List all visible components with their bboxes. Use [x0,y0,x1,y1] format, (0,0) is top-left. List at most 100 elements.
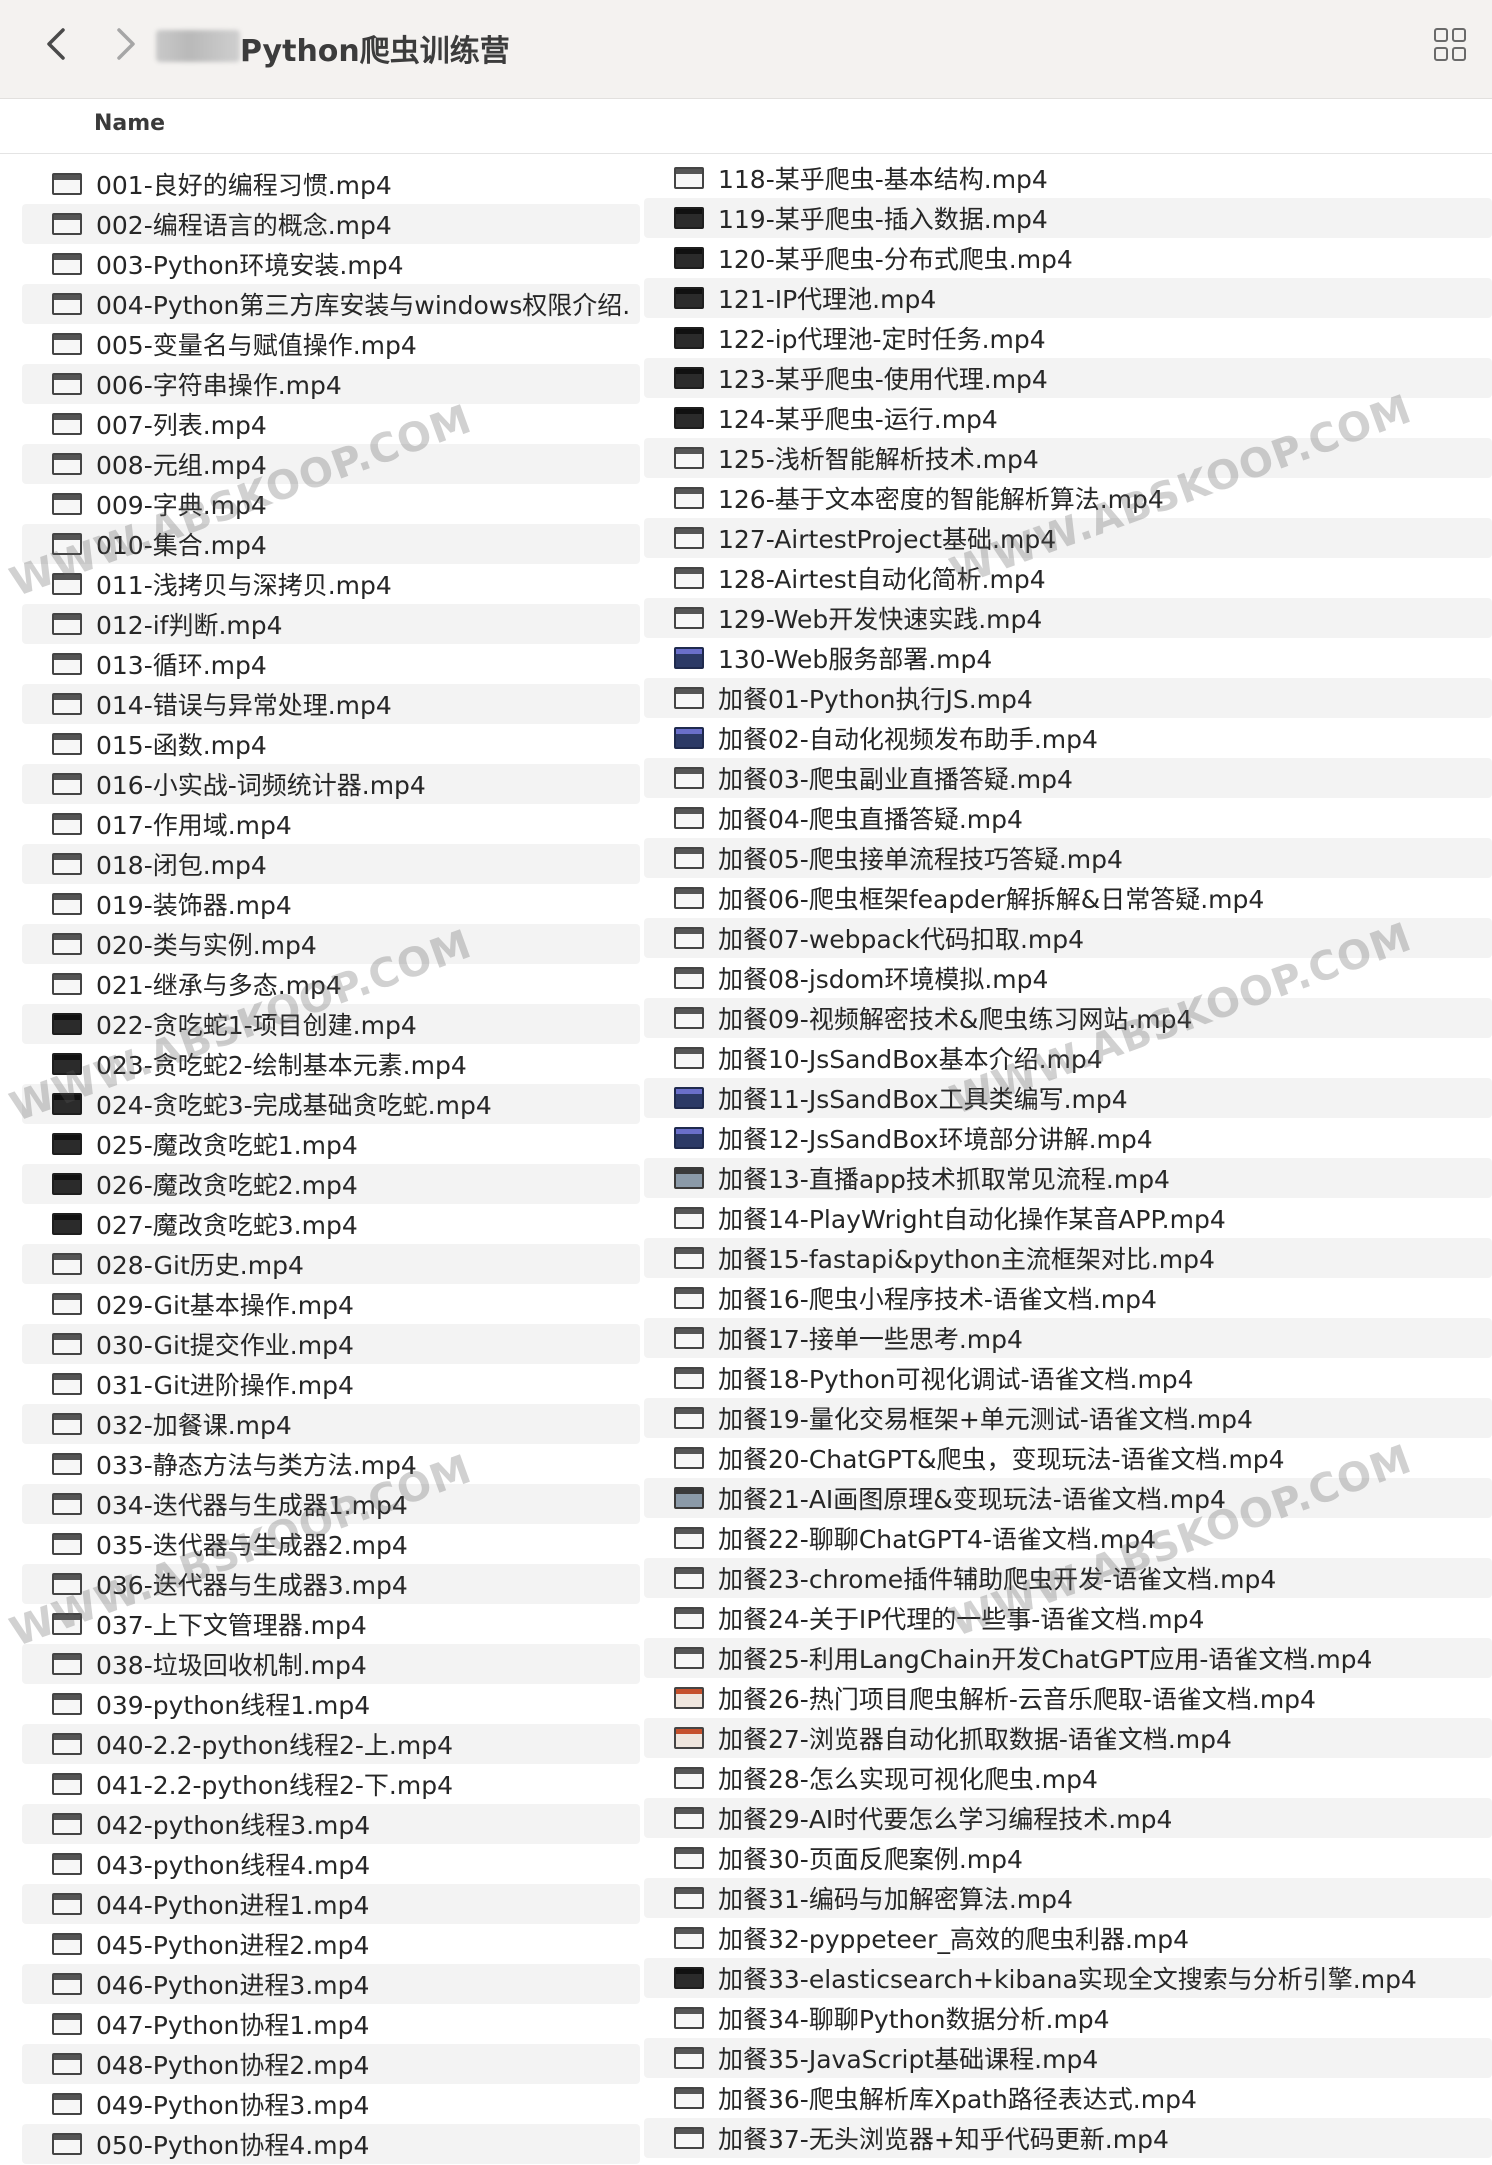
file-row[interactable]: 008-元组.mp4 [22,444,640,484]
file-row[interactable]: 127-AirtestProject基础.mp4 [644,518,1492,558]
file-row[interactable]: 加餐05-爬虫接单流程技巧答疑.mp4 [644,838,1492,878]
file-row[interactable]: 加餐08-jsdom环境模拟.mp4 [644,958,1492,998]
file-row[interactable]: 123-某乎爬虫-使用代理.mp4 [644,358,1492,398]
file-row[interactable]: 加餐07-webpack代码扣取.mp4 [644,918,1492,958]
file-row[interactable]: 加餐16-爬虫小程序技术-语雀文档.mp4 [644,1278,1492,1318]
file-row[interactable]: 加餐01-Python执行JS.mp4 [644,678,1492,718]
file-row[interactable]: 033-静态方法与类方法.mp4 [22,1444,640,1484]
file-row[interactable]: 001-良好的编程习惯.mp4 [22,164,640,204]
file-row[interactable]: 011-浅拷贝与深拷贝.mp4 [22,564,640,604]
file-row[interactable]: 加餐27-浏览器自动化抓取数据-语雀文档.mp4 [644,1718,1492,1758]
file-row[interactable]: 119-某乎爬虫-插入数据.mp4 [644,198,1492,238]
file-row[interactable]: 加餐36-爬虫解析库Xpath路径表达式.mp4 [644,2078,1492,2118]
file-row[interactable]: 121-IP代理池.mp4 [644,278,1492,318]
file-row[interactable]: 加餐35-JavaScript基础课程.mp4 [644,2038,1492,2078]
name-column-header[interactable]: Name [94,111,165,136]
file-row[interactable]: 加餐14-PlayWright自动化操作某音APP.mp4 [644,1198,1492,1238]
file-row[interactable]: 009-字典.mp4 [22,484,640,524]
file-row[interactable]: 加餐11-JsSandBox工具类编写.mp4 [644,1078,1492,1118]
file-row[interactable]: 加餐21-AI画图原理&变现玩法-语雀文档.mp4 [644,1478,1492,1518]
file-row[interactable]: 128-Airtest自动化简析.mp4 [644,558,1492,598]
file-row[interactable]: 040-2.2-python线程2-上.mp4 [22,1724,640,1764]
back-button[interactable] [36,24,76,64]
file-row[interactable]: 047-Python协程1.mp4 [22,2004,640,2044]
file-row[interactable]: 014-错误与异常处理.mp4 [22,684,640,724]
file-row[interactable]: 019-装饰器.mp4 [22,884,640,924]
file-row[interactable]: 032-加餐课.mp4 [22,1404,640,1444]
file-row[interactable]: 041-2.2-python线程2-下.mp4 [22,1764,640,1804]
file-row[interactable]: 028-Git历史.mp4 [22,1244,640,1284]
file-row[interactable]: 010-集合.mp4 [22,524,640,564]
file-row[interactable]: 012-if判断.mp4 [22,604,640,644]
file-row[interactable]: 加餐23-chrome插件辅助爬虫开发-语雀文档.mp4 [644,1558,1492,1598]
file-row[interactable]: 加餐02-自动化视频发布助手.mp4 [644,718,1492,758]
file-row[interactable]: 049-Python协程3.mp4 [22,2084,640,2124]
file-row[interactable]: 005-变量名与赋值操作.mp4 [22,324,640,364]
file-row[interactable]: 加餐29-AI时代要怎么学习编程技术.mp4 [644,1798,1492,1838]
file-row[interactable]: 050-Python协程4.mp4 [22,2124,640,2164]
file-row[interactable]: 120-某乎爬虫-分布式爬虫.mp4 [644,238,1492,278]
file-row[interactable]: 013-循环.mp4 [22,644,640,684]
file-row[interactable]: 加餐31-编码与加解密算法.mp4 [644,1878,1492,1918]
file-row[interactable]: 130-Web服务部署.mp4 [644,638,1492,678]
file-row[interactable]: 031-Git进阶操作.mp4 [22,1364,640,1404]
file-row[interactable]: 004-Python第三方库安装与windows权限介绍. [22,284,640,324]
file-row[interactable]: 020-类与实例.mp4 [22,924,640,964]
file-row[interactable]: 037-上下文管理器.mp4 [22,1604,640,1644]
file-row[interactable]: 036-迭代器与生成器3.mp4 [22,1564,640,1604]
file-row[interactable]: 加餐32-pyppeteer_高效的爬虫利器.mp4 [644,1918,1492,1958]
file-row[interactable]: 006-字符串操作.mp4 [22,364,640,404]
file-row[interactable]: 025-魔改贪吃蛇1.mp4 [22,1124,640,1164]
file-row[interactable]: 加餐18-Python可视化调试-语雀文档.mp4 [644,1358,1492,1398]
file-row[interactable]: 023-贪吃蛇2-绘制基本元素.mp4 [22,1044,640,1084]
file-row[interactable]: 021-继承与多态.mp4 [22,964,640,1004]
file-row[interactable]: 043-python线程4.mp4 [22,1844,640,1884]
file-row[interactable]: 007-列表.mp4 [22,404,640,444]
file-row[interactable]: 038-垃圾回收机制.mp4 [22,1644,640,1684]
file-row[interactable]: 加餐03-爬虫副业直播答疑.mp4 [644,758,1492,798]
file-row[interactable]: 035-迭代器与生成器2.mp4 [22,1524,640,1564]
file-row[interactable]: 022-贪吃蛇1-项目创建.mp4 [22,1004,640,1044]
file-row[interactable]: 加餐33-elasticsearch+kibana实现全文搜索与分析引擎.mp4 [644,1958,1492,1998]
file-row[interactable]: 046-Python进程3.mp4 [22,1964,640,2004]
file-row[interactable]: 029-Git基本操作.mp4 [22,1284,640,1324]
file-row[interactable]: 加餐20-ChatGPT&爬虫，变现玩法-语雀文档.mp4 [644,1438,1492,1478]
file-row[interactable]: 加餐34-聊聊Python数据分析.mp4 [644,1998,1492,2038]
file-row[interactable]: 加餐24-关于IP代理的一些事-语雀文档.mp4 [644,1598,1492,1638]
file-row[interactable]: 加餐22-聊聊ChatGPT4-语雀文档.mp4 [644,1518,1492,1558]
file-row[interactable]: 加餐04-爬虫直播答疑.mp4 [644,798,1492,838]
file-row[interactable]: 加餐26-热门项目爬虫解析-云音乐爬取-语雀文档.mp4 [644,1678,1492,1718]
file-row[interactable]: 016-小实战-词频统计器.mp4 [22,764,640,804]
file-row[interactable]: 加餐25-利用LangChain开发ChatGPT应用-语雀文档.mp4 [644,1638,1492,1678]
file-row[interactable]: 加餐06-爬虫框架feapder解拆解&日常答疑.mp4 [644,878,1492,918]
file-row[interactable]: 048-Python协程2.mp4 [22,2044,640,2084]
file-row[interactable]: 034-迭代器与生成器1.mp4 [22,1484,640,1524]
file-row[interactable]: 027-魔改贪吃蛇3.mp4 [22,1204,640,1244]
file-row[interactable]: 加餐17-接单一些思考.mp4 [644,1318,1492,1358]
grid-view-icon[interactable] [1434,28,1468,62]
file-row[interactable]: 118-某乎爬虫-基本结构.mp4 [644,158,1492,198]
file-row[interactable]: 003-Python环境安装.mp4 [22,244,640,284]
file-row[interactable]: 045-Python进程2.mp4 [22,1924,640,1964]
file-row[interactable]: 024-贪吃蛇3-完成基础贪吃蛇.mp4 [22,1084,640,1124]
file-row[interactable]: 125-浅析智能解析技术.mp4 [644,438,1492,478]
file-row[interactable]: 126-基于文本密度的智能解析算法.mp4 [644,478,1492,518]
file-row[interactable]: 017-作用域.mp4 [22,804,640,844]
file-row[interactable]: 030-Git提交作业.mp4 [22,1324,640,1364]
file-row[interactable]: 加餐10-JsSandBox基本介绍.mp4 [644,1038,1492,1078]
file-row[interactable]: 018-闭包.mp4 [22,844,640,884]
file-row[interactable]: 加餐09-视频解密技术&爬虫练习网站.mp4 [644,998,1492,1038]
file-row[interactable]: 015-函数.mp4 [22,724,640,764]
file-row[interactable]: 002-编程语言的概念.mp4 [22,204,640,244]
file-row[interactable]: 加餐37-无头浏览器+知乎代码更新.mp4 [644,2118,1492,2158]
file-row[interactable]: 加餐28-怎么实现可视化爬虫.mp4 [644,1758,1492,1798]
file-row[interactable]: 加餐19-量化交易框架+单元测试-语雀文档.mp4 [644,1398,1492,1438]
file-row[interactable]: 044-Python进程1.mp4 [22,1884,640,1924]
file-row[interactable]: 026-魔改贪吃蛇2.mp4 [22,1164,640,1204]
file-row[interactable]: 129-Web开发快速实践.mp4 [644,598,1492,638]
file-row[interactable]: 加餐12-JsSandBox环境部分讲解.mp4 [644,1118,1492,1158]
file-row[interactable]: 039-python线程1.mp4 [22,1684,640,1724]
file-row[interactable]: 124-某乎爬虫-运行.mp4 [644,398,1492,438]
forward-button[interactable] [106,24,146,64]
file-row[interactable]: 加餐15-fastapi&python主流框架对比.mp4 [644,1238,1492,1278]
